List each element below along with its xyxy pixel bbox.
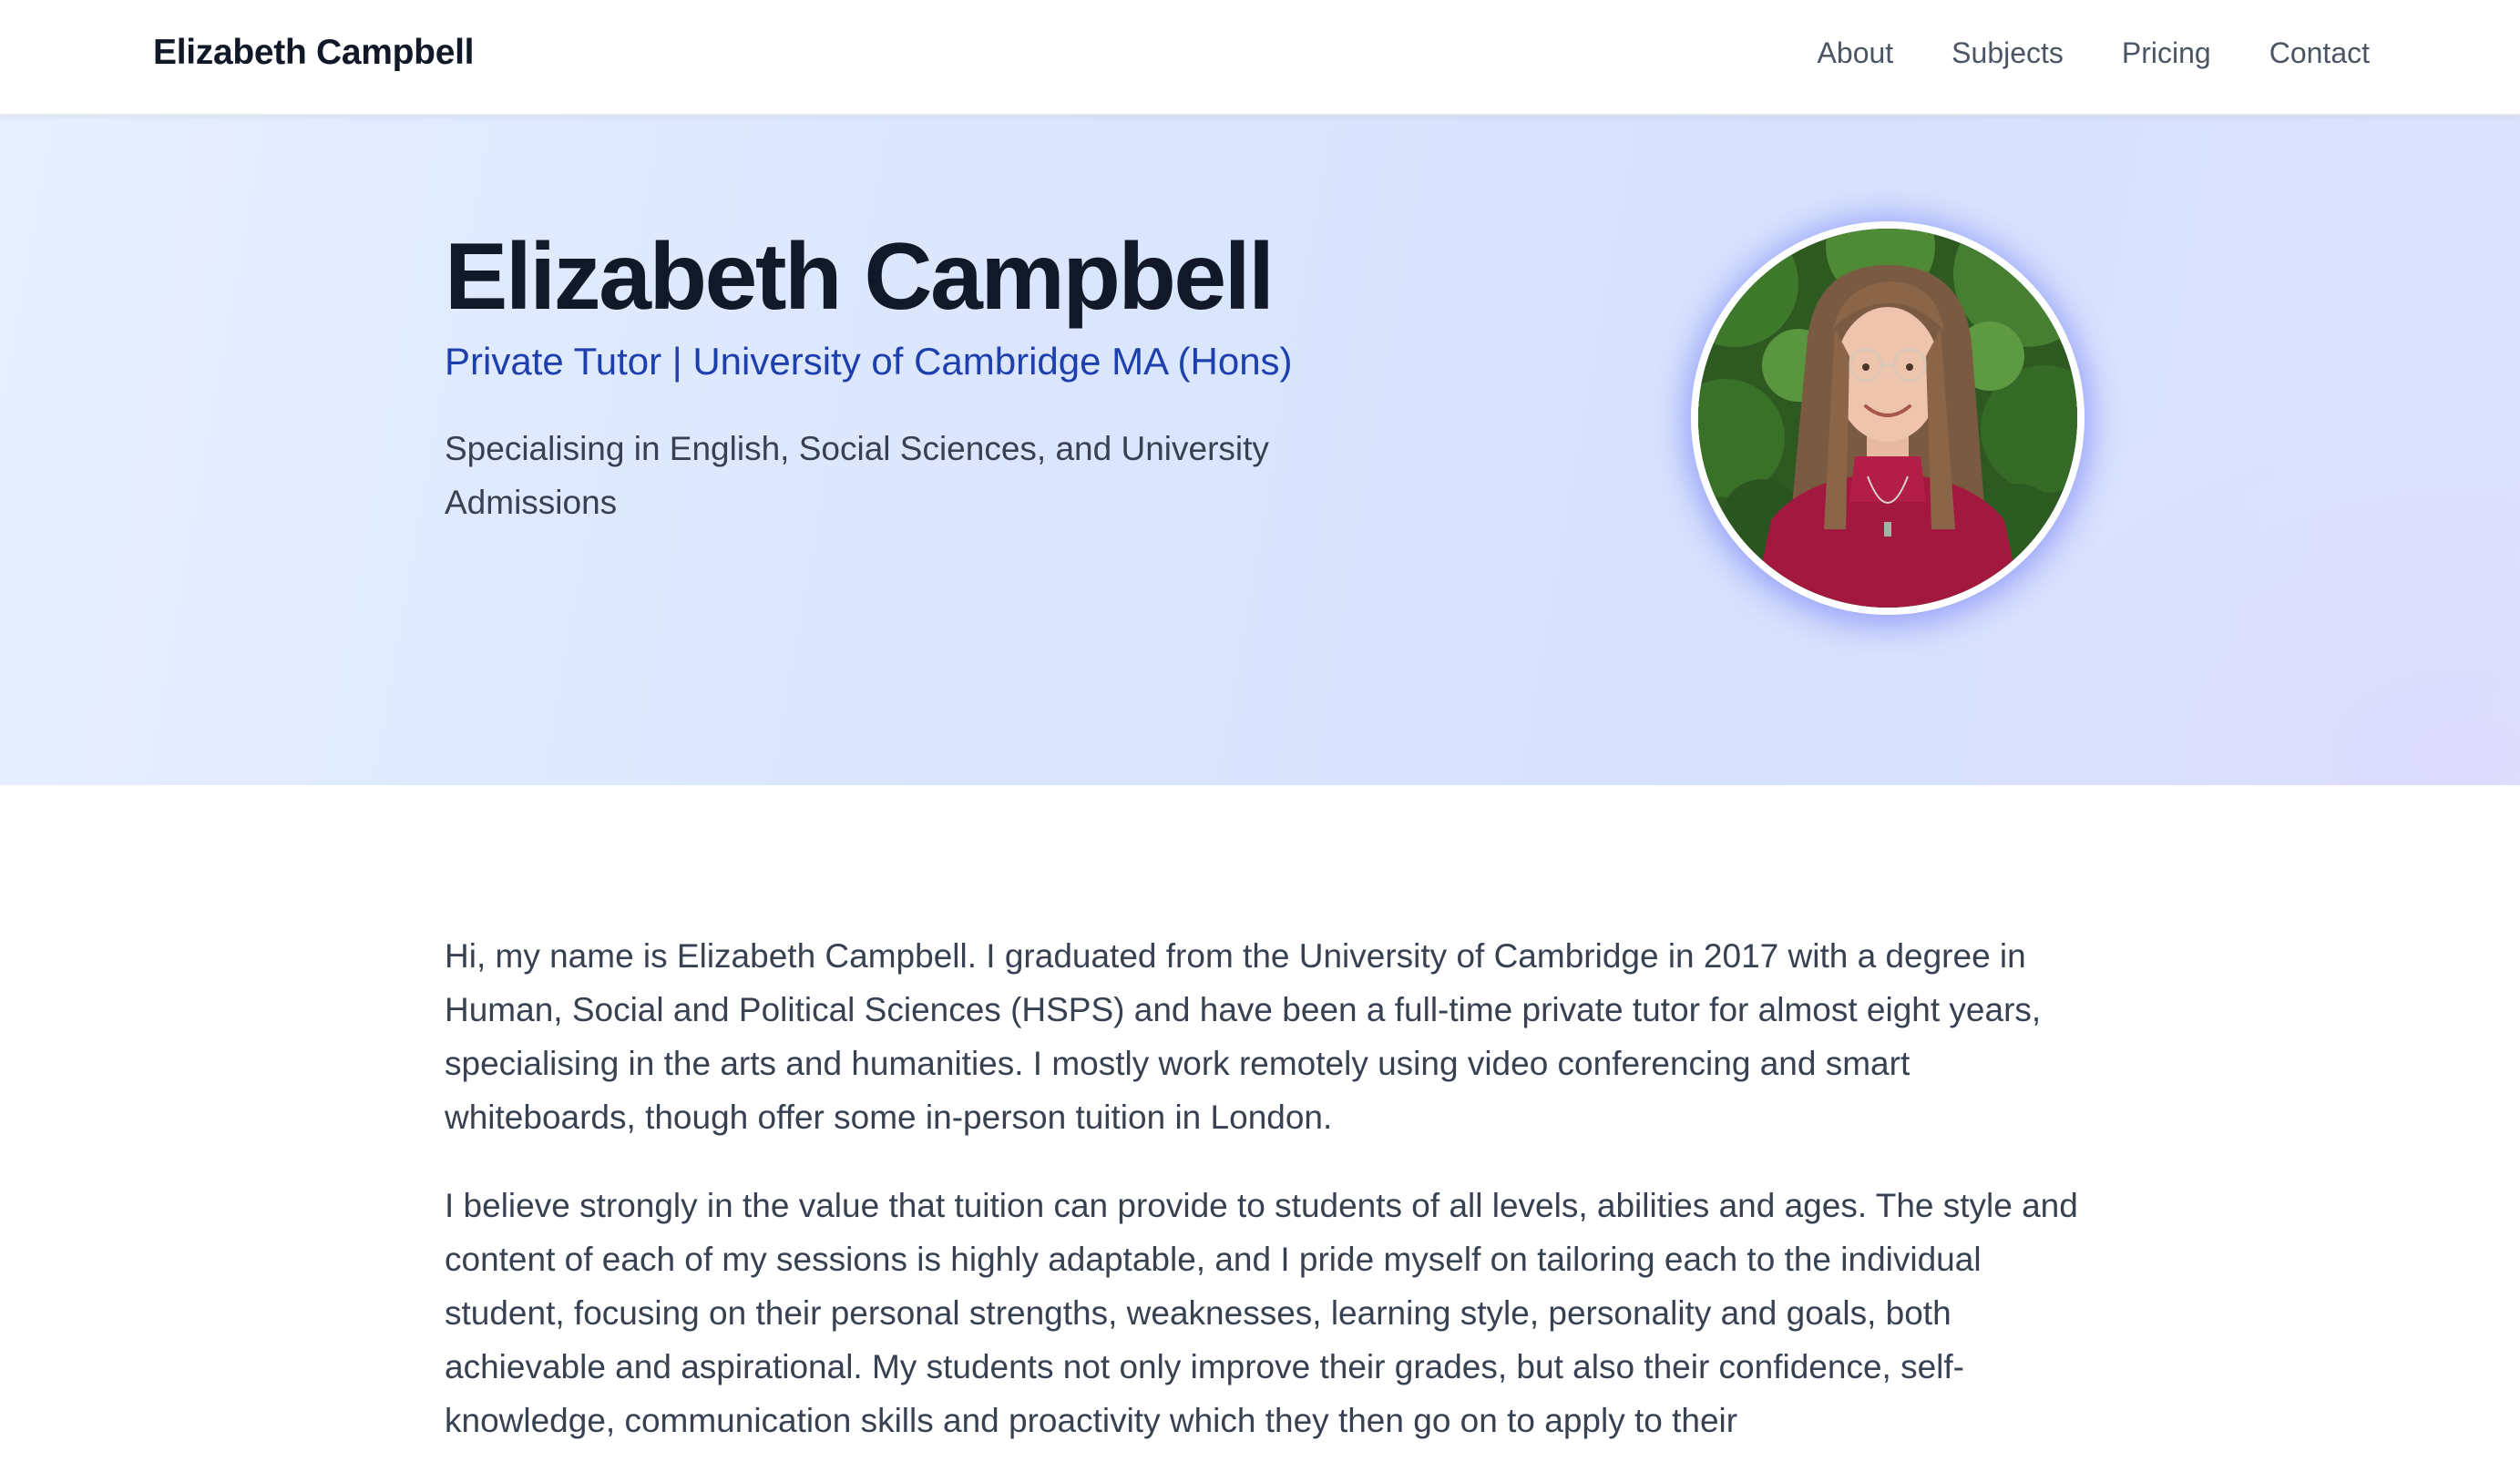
profile-photo <box>1691 221 2085 615</box>
profile-photo-image <box>1698 229 2077 608</box>
top-navbar: Elizabeth Campbell About Subjects Pricin… <box>0 0 2520 116</box>
nav-link-pricing[interactable]: Pricing <box>2122 36 2211 70</box>
nav-link-subjects[interactable]: Subjects <box>1951 36 2064 70</box>
nav-link-contact[interactable]: Contact <box>2269 36 2370 70</box>
brand-link[interactable]: Elizabeth Campbell <box>153 33 474 73</box>
about-paragraph-2: I believe strongly in the value that tui… <box>445 1187 2078 1439</box>
nav-link-about[interactable]: About <box>1818 36 1894 70</box>
hero-section: Elizabeth Campbell Private Tutor | Unive… <box>0 116 2520 785</box>
about-paragraph-1: Hi, my name is Elizabeth Campbell. I gra… <box>445 937 2042 1136</box>
about-content: Hi, my name is Elizabeth Campbell. I gra… <box>445 929 2085 1482</box>
hero-tagline: Specialising in English, Social Sciences… <box>445 430 1269 521</box>
nav-links: About Subjects Pricing Contact <box>1818 36 2370 70</box>
hero-subtitle: Private Tutor | University of Cambridge … <box>445 340 1293 383</box>
hero-title: Elizabeth Campbell <box>445 224 1275 330</box>
